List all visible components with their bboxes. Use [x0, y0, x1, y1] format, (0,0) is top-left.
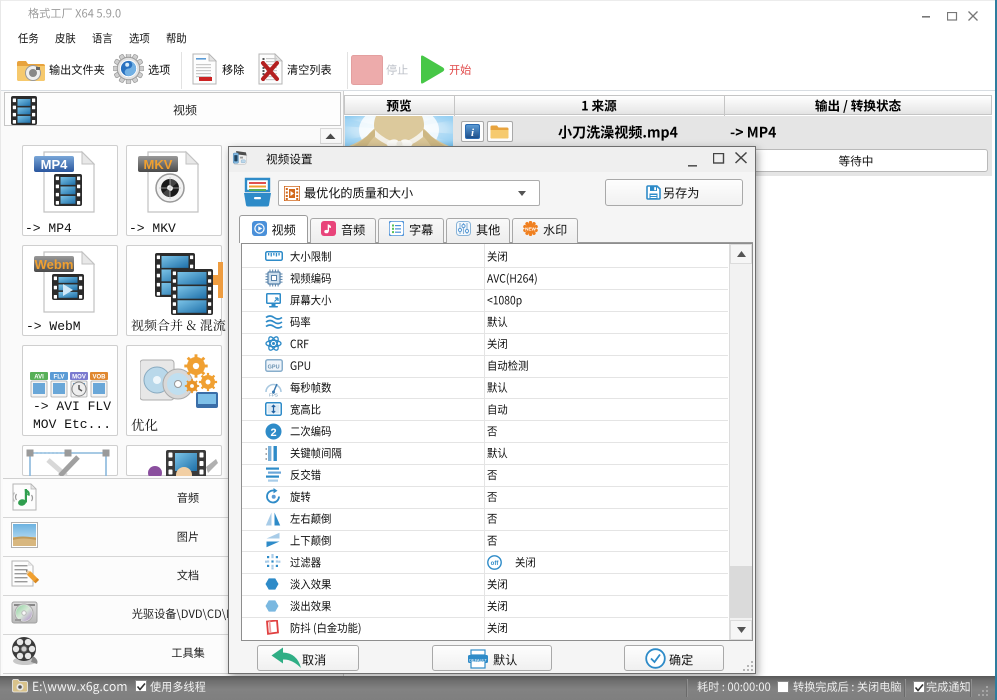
svg-text:MP4: MP4 — [41, 157, 69, 172]
svg-text:AVI: AVI — [34, 375, 44, 381]
svg-text:VOB: VOB — [92, 375, 106, 381]
svg-text:FLV: FLV — [54, 375, 65, 381]
svg-text:2: 2 — [270, 427, 276, 439]
svg-text:Webm: Webm — [35, 257, 74, 272]
svg-text:DEFAULT: DEFAULT — [469, 657, 487, 662]
svg-text:GPU: GPU — [268, 365, 280, 371]
svg-text:FPS: FPS — [269, 392, 278, 397]
svg-text:MOV: MOV — [72, 375, 86, 381]
svg-text:NEW: NEW — [525, 227, 536, 232]
svg-text:MKV: MKV — [144, 157, 173, 172]
svg-text:off: off — [491, 561, 500, 567]
